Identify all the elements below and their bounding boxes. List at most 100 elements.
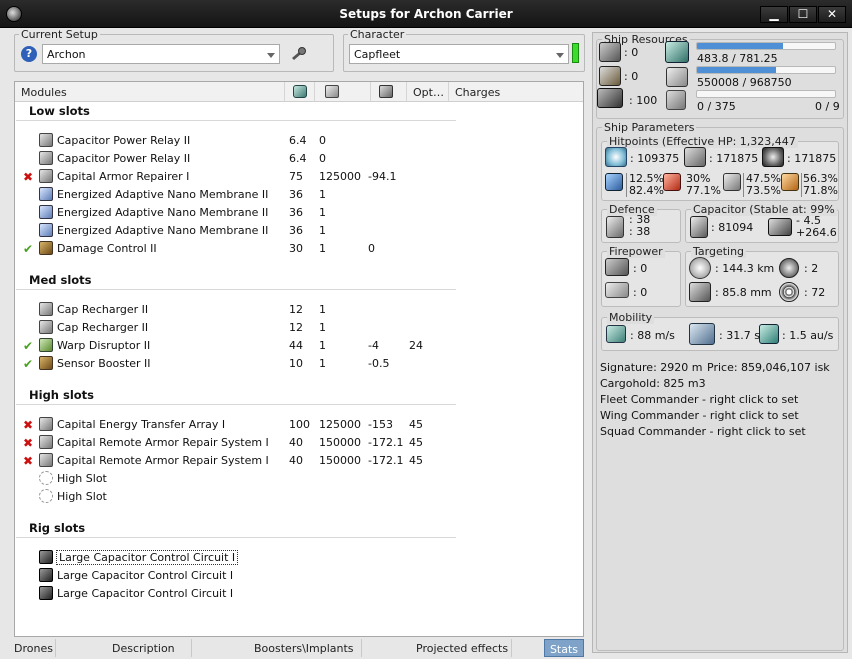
cap-recharge-icon	[768, 218, 792, 236]
capacitor-recharge: +264.6	[796, 226, 837, 239]
capacitor-icon	[690, 216, 708, 238]
module-icon	[39, 417, 53, 431]
module-row[interactable]: Energized Adaptive Nano Membrane II 36 1	[15, 186, 583, 204]
tab-stats[interactable]: Stats	[544, 639, 584, 657]
title-bar: Setups for Archon Carrier ▁ ☐ ✕	[0, 0, 852, 28]
launcher-slots: : 0	[624, 70, 639, 83]
module-row[interactable]: Cap Recharger II 12 1	[15, 319, 583, 337]
module-c3: -4	[368, 339, 379, 352]
tab-boosters-implants[interactable]: Boosters\Implants	[254, 639, 362, 657]
module-icon	[39, 471, 53, 485]
module-c1: 30	[289, 242, 303, 255]
module-row[interactable]: Capacitor Power Relay II 6.4 0	[15, 132, 583, 150]
module-name: Large Capacitor Control Circuit I	[55, 550, 239, 565]
signature-radius: Signature: 2920 m	[600, 361, 703, 374]
module-c2: 1	[319, 339, 326, 352]
powergrid-bar	[696, 66, 836, 74]
module-row[interactable]: ✔ Sensor Booster II 10 1 -0.5	[15, 355, 583, 373]
inactive-x-icon[interactable]: ✖	[23, 436, 35, 450]
module-icon	[39, 435, 53, 449]
status-indicator	[572, 43, 579, 63]
inactive-x-icon[interactable]: ✖	[23, 454, 35, 468]
maximize-button[interactable]: ☐	[789, 6, 817, 23]
module-row[interactable]: ✖ Capital Remote Armor Repair System I 40 1…	[15, 452, 583, 470]
module-name: Cap Recharger II	[57, 303, 149, 316]
stats-panel: Ship Resources : 0 : 0 : 100 483.8 / 781…	[592, 32, 848, 653]
shield-icon	[605, 147, 627, 167]
module-c1: 6.4	[289, 134, 307, 147]
active-check-icon[interactable]: ✔	[23, 242, 35, 256]
wing-commander[interactable]: Wing Commander - right click to set	[600, 409, 799, 422]
col-modules[interactable]: Modules	[15, 82, 285, 102]
module-c2: 1	[319, 188, 326, 201]
turret-dps-icon	[605, 258, 629, 276]
tab-description[interactable]: Description	[112, 639, 192, 657]
module-icon	[39, 302, 53, 316]
module-row[interactable]: High Slot	[15, 488, 583, 506]
wrench-icon[interactable]	[290, 46, 308, 62]
powergrid-icon	[325, 85, 339, 98]
velocity-icon	[606, 325, 626, 343]
module-c4: 45	[409, 436, 423, 449]
defence-value-2: : 38	[629, 225, 651, 238]
module-c1: 12	[289, 321, 303, 334]
capacitor-amount: : 81094	[711, 221, 754, 234]
structure-hp: : 171875	[787, 152, 837, 165]
module-name: Capital Remote Armor Repair System I	[57, 436, 269, 449]
turret-slots: : 0	[624, 46, 639, 59]
modules-header: Modules Opt… Charges	[15, 82, 583, 102]
inactive-x-icon[interactable]: ✖	[23, 418, 35, 432]
module-row[interactable]: ✖ Capital Remote Armor Repair System I 40 1…	[15, 434, 583, 452]
module-row[interactable]: ✖ Capital Armor Repairer I 75 125000 -94.1	[15, 168, 583, 186]
shield-hp: : 109375	[630, 152, 680, 165]
tab-drones[interactable]: Drones	[14, 639, 56, 657]
inactive-x-icon[interactable]: ✖	[23, 170, 35, 184]
col-charges[interactable]: Charges	[449, 82, 583, 102]
module-c3: 0	[368, 242, 375, 255]
max-targets-icon	[779, 258, 799, 278]
col-powergrid[interactable]	[315, 82, 371, 102]
close-button[interactable]: ✕	[818, 6, 846, 23]
module-row[interactable]: ✔ Warp Disruptor II 44 1 -4 24	[15, 337, 583, 355]
align-time: : 31.7 s	[719, 329, 760, 342]
module-row[interactable]: Large Capacitor Control Circuit I	[15, 567, 583, 585]
module-name: Energized Adaptive Nano Membrane II	[57, 224, 269, 237]
module-row[interactable]: ✔ Damage Control II 30 1 0	[15, 240, 583, 258]
active-check-icon[interactable]: ✔	[23, 357, 35, 371]
cpu-icon	[665, 41, 689, 63]
col-optimal[interactable]: Opt…	[407, 82, 449, 102]
module-row[interactable]: ✖ Capital Energy Transfer Array I 100 12500…	[15, 416, 583, 434]
warp-speed: : 1.5 au/s	[782, 329, 834, 342]
module-row[interactable]: Capacitor Power Relay II 6.4 0	[15, 150, 583, 168]
module-icon	[39, 169, 53, 183]
explosive-resist-armor: 71.8%	[803, 184, 838, 197]
module-icon	[39, 550, 53, 564]
minimize-button[interactable]: ▁	[760, 6, 788, 23]
module-row[interactable]: Energized Adaptive Nano Membrane II 36 1	[15, 204, 583, 222]
tab-projected-effects[interactable]: Projected effects	[416, 639, 512, 657]
thermal-resist-armor: 77.1%	[686, 184, 721, 197]
col-cap[interactable]	[371, 82, 407, 102]
module-row[interactable]: Cap Recharger II 12 1	[15, 301, 583, 319]
window-title: Setups for Archon Carrier	[339, 7, 513, 21]
col-cpu[interactable]	[285, 82, 315, 102]
module-icon	[39, 223, 53, 237]
help-icon[interactable]: ?	[21, 46, 37, 62]
character-combo[interactable]: Capfleet	[349, 44, 569, 64]
active-check-icon[interactable]: ✔	[23, 339, 35, 353]
module-row[interactable]: Energized Adaptive Nano Membrane II 36 1	[15, 222, 583, 240]
module-name: Capital Armor Repairer I	[57, 170, 190, 183]
module-row[interactable]: Large Capacitor Control Circuit I	[15, 549, 583, 567]
module-c1: 40	[289, 436, 303, 449]
module-icon	[39, 586, 53, 600]
armor-icon	[684, 147, 706, 167]
fleet-commander[interactable]: Fleet Commander - right click to set	[600, 393, 798, 406]
module-c2: 1	[319, 321, 326, 334]
module-row[interactable]: High Slot	[15, 470, 583, 488]
module-row[interactable]: Large Capacitor Control Circuit I	[15, 585, 583, 603]
squad-commander[interactable]: Squad Commander - right click to set	[600, 425, 806, 438]
module-c2: 0	[319, 152, 326, 165]
module-name: Damage Control II	[57, 242, 157, 255]
module-c1: 12	[289, 303, 303, 316]
setup-combo[interactable]: Archon	[42, 44, 280, 64]
